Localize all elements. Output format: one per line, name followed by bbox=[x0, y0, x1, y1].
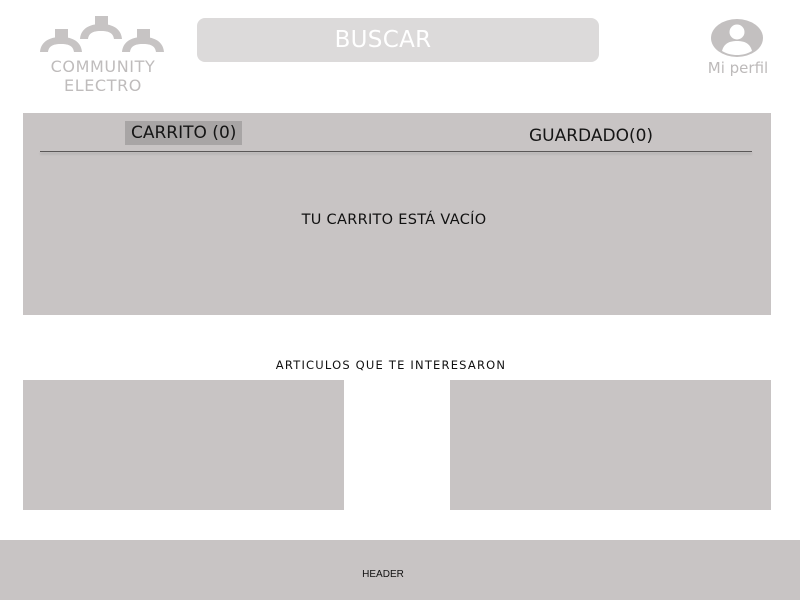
community-electro-logo[interactable]: COMMUNITY ELECTRO bbox=[32, 14, 174, 98]
search-bar[interactable]: BUSCAR bbox=[197, 18, 599, 62]
logo-text-line2: ELECTRO bbox=[64, 76, 142, 95]
tab-saved[interactable]: GUARDADO(0) bbox=[529, 124, 653, 148]
recommended-product-card[interactable] bbox=[450, 380, 771, 510]
profile-button[interactable]: Mi perfil bbox=[700, 16, 776, 82]
footer-label: HEADER bbox=[362, 569, 404, 580]
empty-cart-message: TU CARRITO ESTÁ VACÍO bbox=[301, 212, 487, 228]
user-avatar-icon bbox=[711, 19, 763, 57]
search-label: BUSCAR bbox=[334, 27, 432, 53]
recommendations-title: ARTICULOS QUE TE INTERESARON bbox=[275, 358, 507, 372]
recommended-product-card[interactable] bbox=[23, 380, 344, 510]
profile-label: Mi perfil bbox=[707, 59, 769, 77]
cart-page: COMMUNITY ELECTRO BUSCAR Mi perfil CARRI… bbox=[0, 0, 800, 600]
cart-panel: CARRITO (0) GUARDADO(0) TU CARRITO ESTÁ … bbox=[23, 113, 771, 315]
tab-divider bbox=[40, 151, 752, 152]
logo-text-line1: COMMUNITY bbox=[50, 57, 156, 76]
footer: HEADER bbox=[0, 540, 800, 600]
tab-cart[interactable]: CARRITO (0) bbox=[125, 121, 243, 145]
community-people-icon bbox=[40, 16, 164, 52]
